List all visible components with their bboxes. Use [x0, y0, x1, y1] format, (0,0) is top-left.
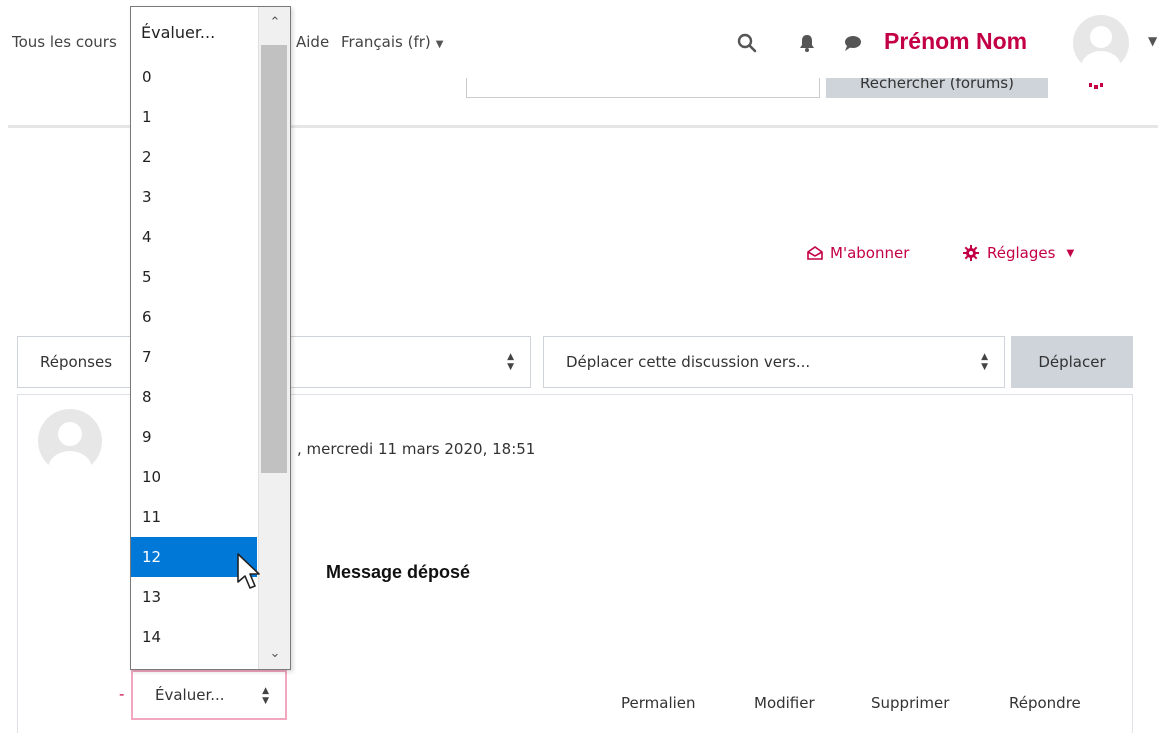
select-arrows-icon: ▲ ▼	[507, 352, 514, 372]
caret-down-icon: ▼	[435, 39, 444, 50]
rating-separator: -	[119, 685, 125, 703]
replies-select-value: Réponses	[40, 353, 113, 371]
move-discussion-select[interactable]: Déplacer cette discussion vers... ▲ ▼	[543, 336, 1005, 388]
post-author-avatar[interactable]	[38, 409, 102, 473]
settings-menu[interactable]: Réglages ▼	[963, 244, 1074, 262]
chat-icon[interactable]	[842, 32, 864, 54]
permalink-link[interactable]: Permalien	[621, 694, 696, 712]
rating-option[interactable]: 1	[131, 97, 257, 137]
rating-option[interactable]: 8	[131, 377, 257, 417]
language-label: Français (fr)	[341, 33, 431, 51]
search-icon[interactable]	[736, 32, 758, 54]
rating-option[interactable]: 15	[131, 657, 257, 669]
post-date: , mercredi 11 mars 2020, 18:51	[297, 440, 536, 458]
gear-icon	[963, 245, 979, 261]
forum-search-button[interactable]: Rechercher (forums)	[826, 78, 1048, 98]
reply-link[interactable]: Répondre	[1009, 694, 1081, 712]
rating-option[interactable]: 10	[131, 457, 257, 497]
rating-dropdown-list[interactable]: Évaluer... 0 1 2 3 4 5 6 7 8 9 10 11 12 …	[130, 6, 291, 670]
mouse-cursor-icon	[237, 553, 260, 589]
scroll-down-icon[interactable]: ⌄	[259, 646, 290, 661]
post-message: Message déposé	[326, 562, 471, 582]
user-avatar[interactable]	[1073, 15, 1129, 71]
envelope-icon	[807, 246, 823, 260]
rating-option[interactable]: 2	[131, 137, 257, 177]
bell-icon[interactable]	[796, 32, 818, 54]
rating-option[interactable]: 14	[131, 617, 257, 657]
rating-option[interactable]: 3	[131, 177, 257, 217]
avatar-icon	[48, 422, 92, 473]
avatar-icon	[1081, 26, 1121, 71]
rating-option[interactable]: 0	[131, 57, 257, 97]
language-menu[interactable]: Français (fr) ▼	[341, 33, 443, 51]
rating-option[interactable]: Évaluer...	[131, 7, 257, 57]
scroll-up-icon[interactable]: ⌃	[259, 15, 290, 30]
nav-help-link[interactable]: Aide	[296, 33, 329, 51]
user-menu-caret-icon[interactable]: ▼	[1148, 34, 1157, 48]
caret-down-icon: ▼	[1066, 247, 1075, 259]
rating-select[interactable]: Évaluer... ▲ ▼	[131, 670, 287, 720]
select-arrows-icon: ▲ ▼	[262, 686, 269, 706]
settings-label: Réglages	[987, 244, 1056, 262]
subscribe-label: M'abonner	[830, 244, 910, 262]
rating-option[interactable]: 5	[131, 257, 257, 297]
rating-option[interactable]: 7	[131, 337, 257, 377]
nav-all-courses-link[interactable]: Tous les cours	[12, 33, 117, 51]
rating-option[interactable]: 4	[131, 217, 257, 257]
rating-option[interactable]: 6	[131, 297, 257, 337]
select-arrows-icon: ▲ ▼	[981, 352, 988, 372]
scrollbar-thumb[interactable]	[261, 45, 287, 473]
gear-icon[interactable]	[1088, 83, 1104, 89]
move-select-value: Déplacer cette discussion vers...	[566, 353, 811, 371]
user-name-link[interactable]: Prénom Nom	[884, 28, 1027, 55]
edit-link[interactable]: Modifier	[754, 694, 815, 712]
delete-link[interactable]: Supprimer	[871, 694, 949, 712]
rating-option[interactable]: 9	[131, 417, 257, 457]
subscribe-link[interactable]: M'abonner	[806, 244, 909, 262]
move-button[interactable]: Déplacer	[1011, 336, 1133, 388]
rating-select-value: Évaluer...	[155, 686, 225, 704]
rating-option[interactable]: 11	[131, 497, 257, 537]
forum-search-input[interactable]	[466, 78, 820, 98]
